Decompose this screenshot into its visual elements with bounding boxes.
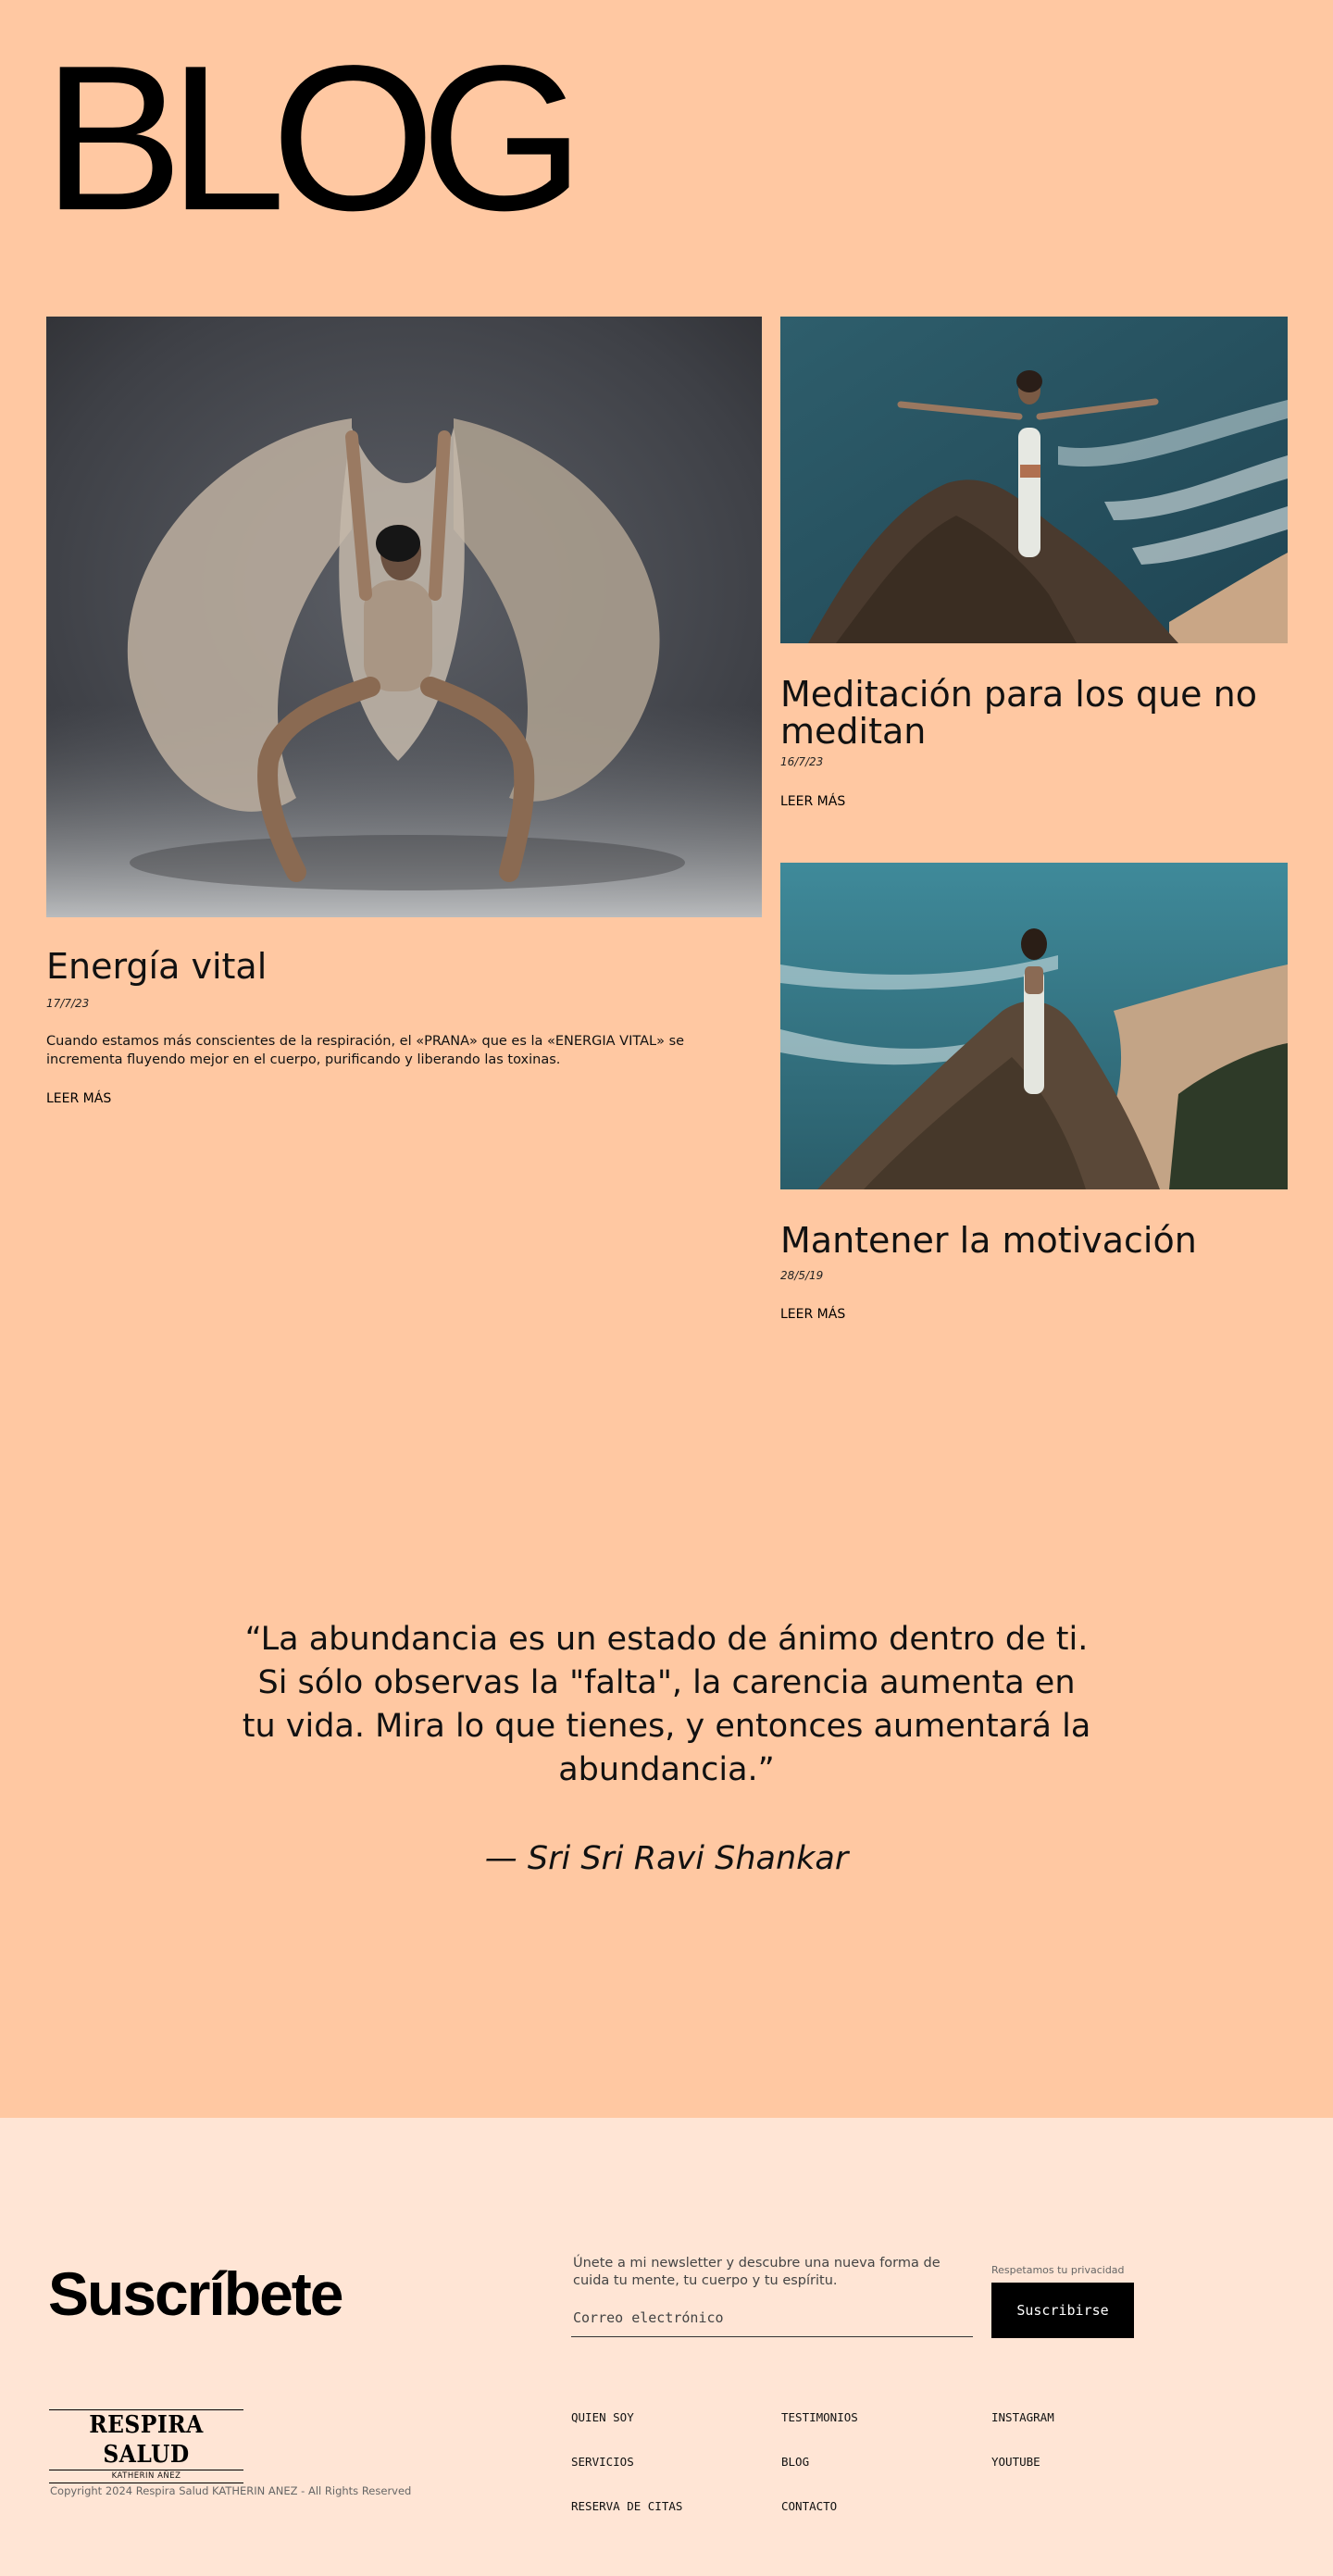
quote-author: — Sri Sri Ravi Shankar [484,1840,849,1877]
footer-link-instagram[interactable]: INSTAGRAM [991,2410,1054,2424]
read-more-link[interactable]: LEER MÁS [46,1091,111,1106]
post-excerpt: Cuando estamos más conscientes de la res… [46,1034,685,1067]
footer-link-testimonios[interactable]: TESTIMONIOS [781,2410,858,2424]
footer-link-reserva-de-citas[interactable]: RESERVA DE CITAS [571,2499,682,2513]
footer: Suscríbete Únete a mi newsletter y descu… [0,2118,1333,2576]
privacy-note: Respetamos tu privacidad [991,2264,1125,2276]
logo-subtitle: KATHERIN AÑEZ [111,2471,181,2481]
logo[interactable]: RESPIRA SALUD KATHERIN AÑEZ [49,2409,243,2483]
post-date: 16/7/23 [780,755,824,768]
page-title: BLOG [43,23,585,255]
footer-link-blog[interactable]: BLOG [781,2455,809,2469]
footer-link-youtube[interactable]: YOUTUBE [991,2455,1040,2469]
footer-link-contacto[interactable]: CONTACTO [781,2499,837,2513]
read-more-link[interactable]: LEER MÁS [780,794,845,809]
post-image-cliff-meditation[interactable] [780,317,1288,643]
email-field[interactable] [571,2298,973,2337]
copyright: Copyright 2024 Respira Salud KATHERIN AN… [50,2484,412,2497]
footer-link-servicios[interactable]: SERVICIOS [571,2455,634,2469]
quote-text: “La abundancia es un estado de ánimo den… [242,1621,1091,1788]
subscribe-heading: Suscríbete [48,2259,343,2328]
footer-link-quien-soy[interactable]: QUIEN SOY [571,2410,634,2424]
post-title-energia-vital[interactable]: Energía vital [46,947,267,987]
post-date: 17/7/23 [46,997,90,1010]
post-title-meditacion[interactable]: Meditación para los que no meditan [780,676,1280,750]
subscribe-button[interactable]: Suscribirse [991,2283,1134,2338]
post-image-dancer[interactable] [46,317,762,917]
newsletter-description: Únete a mi newsletter y descubre una nue… [573,2256,941,2288]
post-title-motivacion[interactable]: Mantener la motivación [780,1221,1197,1261]
post-date: 28/5/19 [780,1269,824,1282]
read-more-link[interactable]: LEER MÁS [780,1307,845,1322]
post-image-cliff-walk[interactable] [780,863,1288,1189]
logo-wordmark: RESPIRA SALUD [89,2411,204,2469]
